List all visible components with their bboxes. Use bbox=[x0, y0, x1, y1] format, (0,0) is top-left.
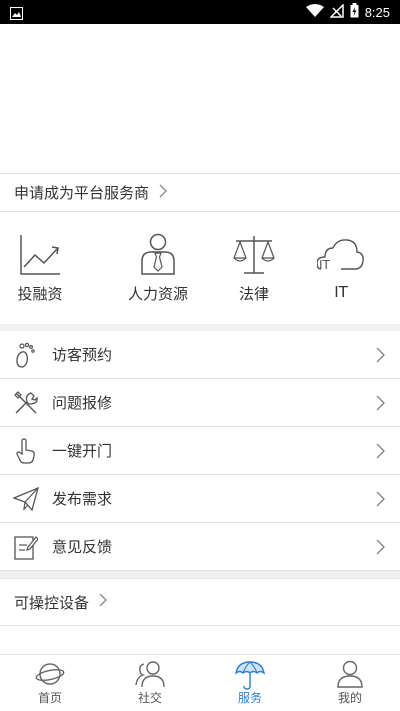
list-item-open-door[interactable]: 一键开门 bbox=[0, 427, 400, 475]
chevron-right-icon bbox=[376, 539, 385, 559]
quick-item-law[interactable]: 法律 bbox=[200, 213, 300, 325]
apply-provider-row[interactable]: 申请成为平台服务商 bbox=[0, 173, 400, 212]
signal-icon bbox=[328, 3, 344, 22]
tab-label-mine: 我的 bbox=[337, 691, 362, 705]
list-item-feedback[interactable]: 意见反馈 bbox=[0, 523, 400, 571]
tab-social[interactable]: 社交 bbox=[100, 655, 200, 711]
it-logo-text: IT bbox=[319, 258, 331, 272]
image-notification-icon bbox=[10, 5, 23, 24]
tab-label-home: 首页 bbox=[37, 691, 62, 705]
planet-icon bbox=[35, 663, 65, 685]
chevron-right-icon bbox=[376, 395, 385, 415]
quick-label-it: IT bbox=[334, 283, 348, 301]
section-divider bbox=[0, 324, 400, 331]
footprint-icon bbox=[13, 342, 39, 368]
list-item-repair[interactable]: 问题报修 bbox=[0, 379, 400, 427]
paper-plane-icon bbox=[13, 486, 39, 512]
wifi-icon bbox=[305, 3, 324, 22]
controllable-devices-label: 可操控设备 bbox=[14, 593, 90, 612]
service-list: 访客预约 问题报修 一键开门 发布需求 意见反馈 bbox=[0, 331, 400, 571]
status-bar: 8:25 bbox=[0, 0, 400, 24]
quick-services: 投融资 人力资源 法律 IT IT bbox=[0, 213, 400, 325]
chevron-right-icon bbox=[376, 347, 385, 367]
people-icon bbox=[135, 661, 165, 688]
apply-provider-label: 申请成为平台服务商 bbox=[14, 184, 150, 202]
user-icon bbox=[337, 660, 363, 688]
list-label-repair: 问题报修 bbox=[52, 394, 113, 412]
quick-item-hr[interactable]: 人力资源 bbox=[100, 213, 200, 325]
feedback-form-icon bbox=[13, 534, 39, 560]
person-tie-icon bbox=[141, 233, 175, 275]
section-divider bbox=[0, 571, 400, 578]
chart-trend-icon bbox=[20, 235, 60, 275]
quick-item-finance[interactable]: 投融资 bbox=[0, 213, 100, 325]
battery-icon bbox=[350, 3, 359, 22]
bottom-tab-bar: 首页 社交 服务 我的 bbox=[0, 654, 400, 711]
banner-area bbox=[0, 24, 400, 174]
list-item-publish[interactable]: 发布需求 bbox=[0, 475, 400, 523]
chevron-right-icon bbox=[376, 443, 385, 463]
tab-service[interactable]: 服务 bbox=[200, 655, 300, 711]
status-time: 8:25 bbox=[364, 5, 390, 20]
scales-icon bbox=[233, 236, 275, 274]
controllable-devices-row[interactable]: 可操控设备 bbox=[0, 578, 400, 626]
tab-mine[interactable]: 我的 bbox=[300, 655, 400, 711]
tab-label-service: 服务 bbox=[237, 691, 262, 705]
quick-item-it[interactable]: IT IT bbox=[300, 213, 400, 325]
list-item-visitor[interactable]: 访客预约 bbox=[0, 331, 400, 379]
chevron-right-icon bbox=[159, 184, 167, 202]
tap-hand-icon bbox=[13, 437, 39, 464]
tab-label-social: 社交 bbox=[137, 691, 162, 705]
quick-label-law: 法律 bbox=[238, 285, 269, 303]
tools-icon bbox=[13, 390, 39, 416]
list-label-visitor: 访客预约 bbox=[52, 346, 113, 364]
list-label-feedback: 意见反馈 bbox=[52, 538, 113, 556]
chevron-right-icon bbox=[99, 593, 107, 611]
list-label-open-door: 一键开门 bbox=[52, 442, 113, 460]
tab-home[interactable]: 首页 bbox=[0, 655, 100, 711]
cloud-it-icon: IT bbox=[317, 239, 364, 272]
umbrella-icon bbox=[235, 661, 265, 690]
chevron-right-icon bbox=[376, 491, 385, 511]
list-label-publish: 发布需求 bbox=[52, 490, 113, 508]
